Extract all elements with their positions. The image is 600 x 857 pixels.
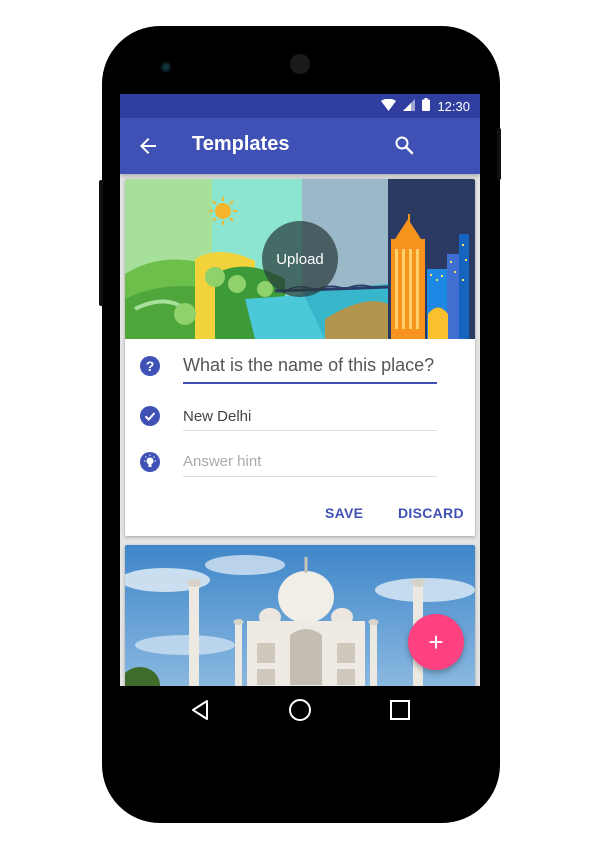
- question-field[interactable]: What is the name of this place?: [183, 355, 437, 384]
- phone-screen: 12:30 Templates Upload ? What is the nam…: [120, 94, 480, 734]
- template-card: Upload ? What is the name of this place?…: [125, 179, 475, 536]
- answer-field[interactable]: New Delhi: [183, 408, 437, 431]
- help-circle-icon: ?: [140, 356, 160, 376]
- svg-text:?: ?: [146, 358, 155, 374]
- status-time: 12:30: [437, 98, 470, 114]
- cell-signal-icon: [403, 98, 416, 114]
- volume-button: [99, 180, 103, 306]
- navigation-bar: [120, 686, 480, 734]
- discard-button[interactable]: DISCARD: [398, 505, 464, 521]
- plus-icon: +: [428, 627, 444, 657]
- page-title: Templates: [192, 133, 290, 155]
- back-arrow-icon[interactable]: [136, 134, 160, 158]
- add-fab-button[interactable]: +: [408, 614, 464, 670]
- power-button: [497, 128, 501, 180]
- answer-hint-field[interactable]: Answer hint: [183, 453, 437, 477]
- earpiece-speaker: [290, 54, 310, 74]
- status-bar: 12:30: [120, 94, 480, 118]
- nav-back-icon[interactable]: [188, 698, 212, 722]
- lightbulb-icon: [140, 452, 160, 472]
- battery-icon: [422, 98, 431, 114]
- upload-button[interactable]: Upload: [262, 221, 338, 297]
- wifi-icon: [381, 98, 397, 114]
- nav-home-icon[interactable]: [288, 698, 312, 722]
- save-button[interactable]: SAVE: [325, 505, 363, 521]
- check-circle-icon: [140, 406, 160, 426]
- nav-recents-icon[interactable]: [388, 698, 412, 722]
- app-bar: Templates: [120, 118, 480, 174]
- search-icon[interactable]: [392, 133, 416, 157]
- front-camera: [161, 62, 171, 72]
